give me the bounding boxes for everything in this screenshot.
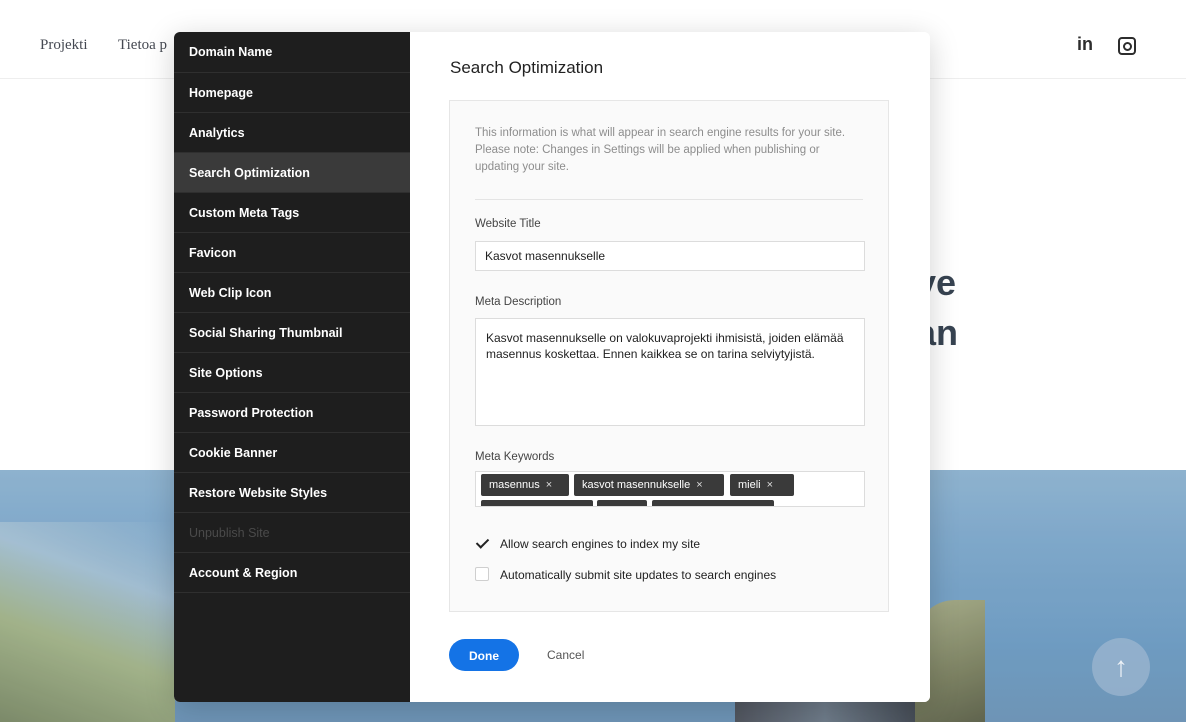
sidebar-item-unpublish-site: Unpublish Site [174, 513, 410, 553]
meta-description-label: Meta Description [475, 296, 562, 308]
keyword-tag-partial [597, 500, 647, 506]
allow-index-checkbox[interactable] [475, 536, 489, 550]
sidebar-item-restore-website-styles[interactable]: Restore Website Styles [174, 473, 410, 513]
sidebar-item-analytics[interactable]: Analytics [174, 113, 410, 153]
settings-content: Search Optimization This information is … [410, 32, 930, 702]
website-title-input[interactable]: Kasvot masennukselle [475, 241, 865, 271]
sidebar-item-web-clip-icon[interactable]: Web Clip Icon [174, 273, 410, 313]
search-optimization-panel: This information is what will appear in … [449, 100, 889, 612]
divider [475, 199, 863, 200]
keyword-tag-partial [481, 500, 593, 506]
sidebar-item-custom-meta-tags[interactable]: Custom Meta Tags [174, 193, 410, 233]
sidebar-item-account-region[interactable]: Account & Region [174, 553, 410, 593]
website-title-label: Website Title [475, 218, 541, 230]
cancel-button[interactable]: Cancel [547, 639, 584, 671]
page-title: Search Optimization [450, 58, 604, 77]
keyword-tag-partial [652, 500, 774, 506]
sidebar-item-site-options[interactable]: Site Options [174, 353, 410, 393]
keyword-tag: mieli × [730, 474, 794, 496]
sidebar-item-cookie-banner[interactable]: Cookie Banner [174, 433, 410, 473]
done-button[interactable]: Done [449, 639, 519, 671]
remove-tag-icon[interactable]: × [767, 479, 773, 491]
remove-tag-icon[interactable]: × [546, 479, 552, 491]
sidebar-item-search-optimization[interactable]: Search Optimization [174, 153, 410, 193]
settings-modal: Domain Name Homepage Analytics Search Op… [174, 32, 930, 702]
sidebar-item-social-sharing-thumbnail[interactable]: Social Sharing Thumbnail [174, 313, 410, 353]
meta-keywords-label: Meta Keywords [475, 451, 555, 463]
remove-tag-icon[interactable]: × [696, 479, 702, 491]
sidebar-item-password-protection[interactable]: Password Protection [174, 393, 410, 433]
auto-submit-label: Automatically submit site updates to sea… [500, 568, 777, 582]
auto-submit-checkbox[interactable] [475, 567, 489, 581]
info-text: This information is what will appear in … [475, 127, 846, 173]
keyword-tag-label: kasvot masennukselle [582, 479, 691, 491]
allow-index-label: Allow search engines to index my site [500, 537, 701, 551]
meta-description-input[interactable]: Kasvot masennukselle on valokuvaprojekti… [475, 318, 865, 426]
keyword-tag: kasvot masennukselle × [574, 474, 724, 496]
keyword-tag-label: masennus [489, 479, 540, 491]
sidebar-item-favicon[interactable]: Favicon [174, 233, 410, 273]
meta-keywords-input[interactable]: masennus × kasvot masennukselle × mieli × [475, 471, 865, 507]
keyword-tag: masennus × [481, 474, 569, 496]
keyword-tag-label: mieli [738, 479, 761, 491]
sidebar-item-domain-name[interactable]: Domain Name [174, 32, 410, 73]
sidebar-item-homepage[interactable]: Homepage [174, 73, 410, 113]
settings-sidebar: Domain Name Homepage Analytics Search Op… [174, 32, 410, 702]
